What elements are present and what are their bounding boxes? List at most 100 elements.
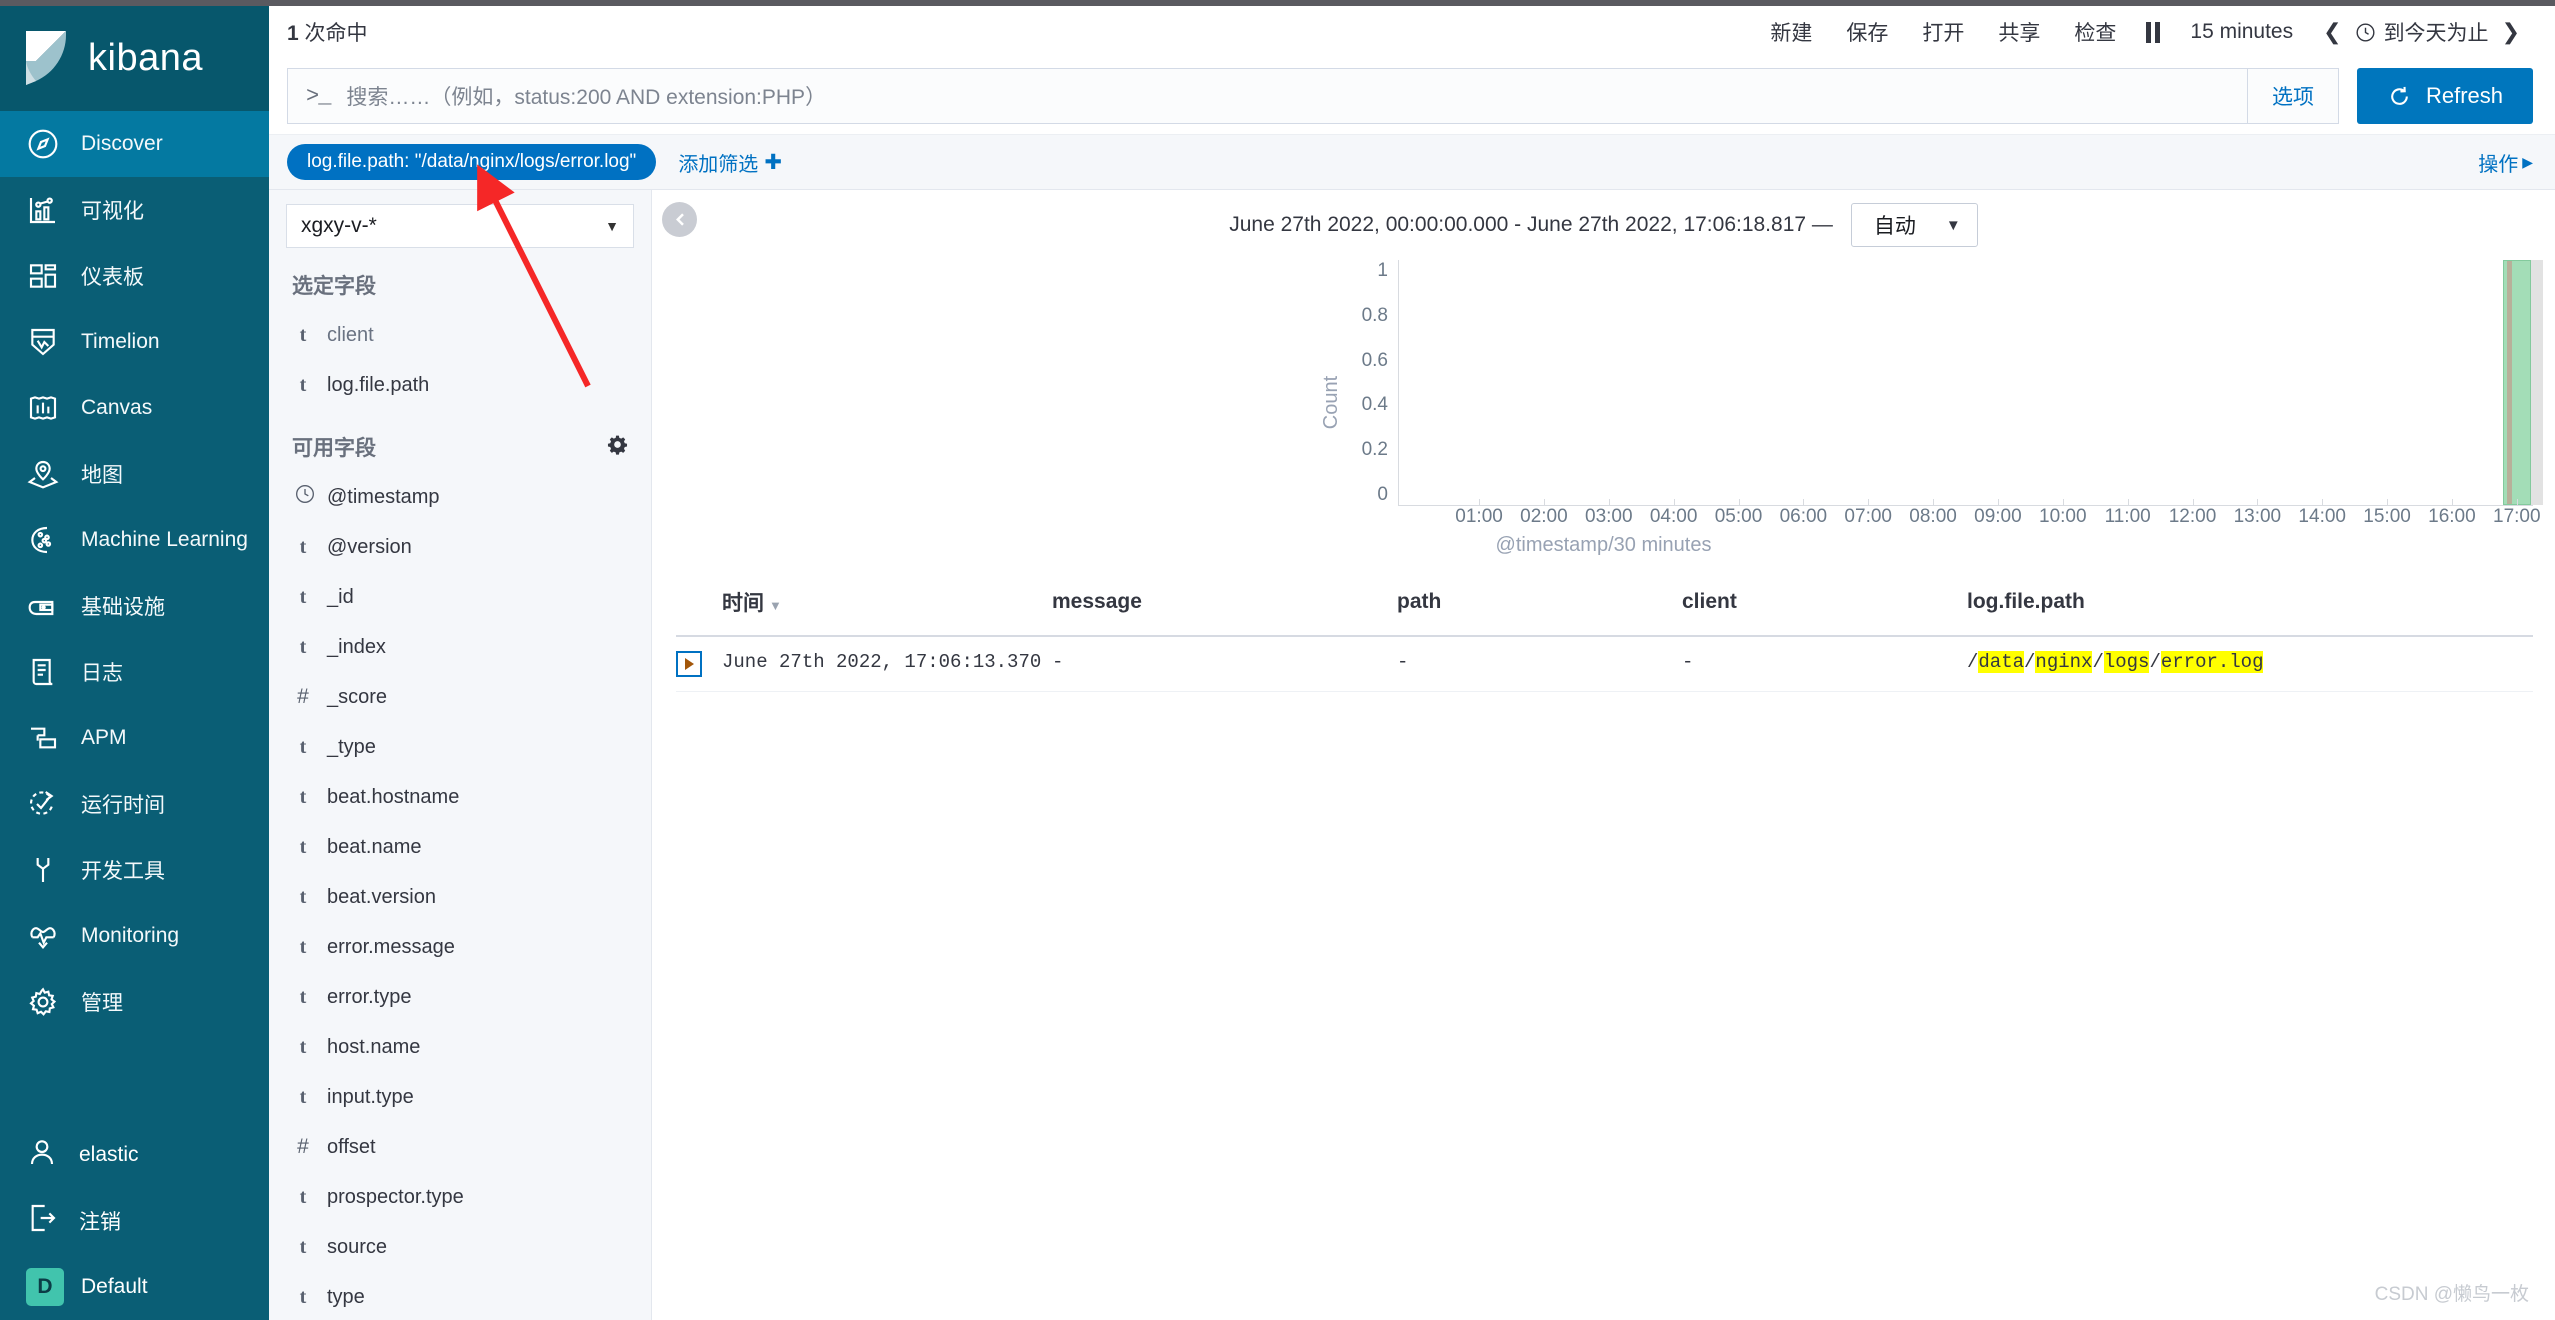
sidebar-item-dashboard[interactable]: 仪表板 xyxy=(0,243,269,309)
sidebar-item-uptime[interactable]: 运行时间 xyxy=(0,771,269,837)
column-header-time[interactable]: 时间 ▼ xyxy=(722,579,1052,637)
field-item-prospector-type[interactable]: t prospector.type xyxy=(286,1172,634,1222)
chevron-down-icon: ▼ xyxy=(605,218,619,234)
field-settings-gear-icon[interactable] xyxy=(607,434,628,461)
field-name: host.name xyxy=(327,1035,421,1058)
sidebar-item-label: Discover xyxy=(81,132,163,155)
x-tick-mark xyxy=(1543,499,1545,506)
space-label: Default xyxy=(81,1275,148,1298)
field-item-error-message[interactable]: t error.message xyxy=(286,922,634,972)
sidebar-item-monitoring[interactable]: Monitoring xyxy=(0,903,269,969)
search-placeholder: 搜索……（例如，status:200 AND extension:PHP） xyxy=(346,86,827,109)
available-fields-label: 可用字段 xyxy=(292,437,376,460)
x-tick-mark xyxy=(1673,499,1675,506)
sidebar-item-logout[interactable]: 注销 xyxy=(0,1188,269,1254)
column-header-client[interactable]: client xyxy=(1682,579,1967,637)
sidebar-item-machine-learning[interactable]: Machine Learning xyxy=(0,507,269,573)
sidebar-item-logs[interactable]: 日志 xyxy=(0,639,269,705)
share-button[interactable]: 共享 xyxy=(1981,17,2057,47)
sidebar-item-label: 运行时间 xyxy=(81,794,165,817)
add-filter-button[interactable]: 添加筛选 ✚ xyxy=(678,148,782,177)
canvas-icon xyxy=(26,391,60,425)
field-name: _id xyxy=(327,585,354,608)
field-item-offset[interactable]: # offset xyxy=(286,1122,634,1172)
field-item-client[interactable]: t client xyxy=(286,310,634,360)
chart-bar[interactable] xyxy=(2502,260,2532,505)
collapse-sidebar-button[interactable] xyxy=(662,202,697,237)
index-pattern-value: xgxy-v-* xyxy=(301,214,377,237)
field-item-version[interactable]: t @version xyxy=(286,522,634,572)
path-separator: / xyxy=(2092,651,2104,673)
sidebar-item-canvas[interactable]: Canvas xyxy=(0,375,269,441)
field-item-source[interactable]: t source xyxy=(286,1222,634,1272)
index-pattern-select[interactable]: xgxy-v-* ▼ xyxy=(286,204,634,248)
actions-menu-button[interactable]: 操作 ▶ xyxy=(2478,148,2533,177)
x-tick-mark xyxy=(2516,499,2518,506)
chevron-right-icon[interactable]: ❯ xyxy=(2489,19,2533,45)
field-item-host-name[interactable]: t host.name xyxy=(286,1022,634,1072)
refresh-interval-label[interactable]: 15 minutes xyxy=(2173,20,2310,44)
column-header-message[interactable]: message xyxy=(1052,579,1397,637)
y-tick: 0.2 xyxy=(1361,439,1388,461)
field-item-log-file-path[interactable]: t log.file.path xyxy=(286,360,634,410)
sidebar-item-user[interactable]: elastic xyxy=(0,1122,269,1188)
field-item-beat-version[interactable]: t beat.version xyxy=(286,872,634,922)
field-item-type[interactable]: t type xyxy=(286,1272,634,1320)
field-item-id[interactable]: t _id xyxy=(286,572,634,622)
filter-pill-log-file-path[interactable]: log.file.path: "/data/nginx/logs/error.l… xyxy=(287,144,657,180)
sidebar-item-infrastructure[interactable]: 基础设施 xyxy=(0,573,269,639)
chevron-down-icon: ▼ xyxy=(1945,216,1961,234)
field-item-type-meta[interactable]: t _type xyxy=(286,722,634,772)
x-tick-label: 08:00 xyxy=(1909,506,1957,527)
sidebar-item-apm[interactable]: APM xyxy=(0,705,269,771)
chevron-left-icon[interactable]: ❮ xyxy=(2310,19,2354,45)
refresh-icon xyxy=(2391,86,2408,105)
field-item-beat-name[interactable]: t beat.name xyxy=(286,822,634,872)
string-type-icon: t xyxy=(299,535,307,558)
field-item-input-type[interactable]: t input.type xyxy=(286,1072,634,1122)
refresh-button[interactable]: Refresh xyxy=(2356,68,2533,124)
field-item-timestamp[interactable]: @timestamp xyxy=(286,472,634,522)
x-tick-mark xyxy=(2257,499,2259,506)
chart-plot-area[interactable]: 01:00 02:00 03:00 04:00 05:00 06:00 07:00 08:00… xyxy=(1398,252,2544,552)
time-quick-select[interactable]: 到今天为止 xyxy=(2355,17,2489,47)
sidebar-item-label: 日志 xyxy=(81,662,123,685)
sidebar-item-label: 地图 xyxy=(81,464,123,487)
sidebar-item-visualize[interactable]: 可视化 xyxy=(0,177,269,243)
column-header-path[interactable]: path xyxy=(1397,579,1682,637)
documents-table-wrapper: 时间 ▼ message path client log.file.path J… xyxy=(652,557,2555,1320)
sidebar-item-space[interactable]: D Default xyxy=(0,1254,269,1320)
field-item-beat-hostname[interactable]: t beat.hostname xyxy=(286,772,634,822)
field-item-index[interactable]: t _index xyxy=(286,622,634,672)
search-input[interactable]: >_ 搜索……（例如，status:200 AND extension:PHP） xyxy=(287,68,2248,124)
sidebar-item-dev-tools[interactable]: 开发工具 xyxy=(0,837,269,903)
sidebar-item-maps[interactable]: 地图 xyxy=(0,441,269,507)
number-type-icon: # xyxy=(297,685,309,708)
interval-select[interactable]: 自动 ▼ xyxy=(1850,203,1978,247)
field-item-score[interactable]: # _score xyxy=(286,672,634,722)
sidebar-item-timelion[interactable]: Timelion xyxy=(0,309,269,375)
sidebar-item-discover[interactable]: Discover xyxy=(0,111,269,177)
query-bar: >_ 搜索……（例如，status:200 AND extension:PHP）… xyxy=(269,58,2555,134)
table-row[interactable]: June 27th 2022, 17:06:13.370 - - - /data… xyxy=(676,636,2533,692)
open-button[interactable]: 打开 xyxy=(1905,17,1981,47)
top-bar: 1 次命中 新建 保存 打开 共享 检查 15 minutes ❮ 到今天为止 … xyxy=(269,6,2555,58)
inspect-button[interactable]: 检查 xyxy=(2057,17,2133,47)
sidebar-item-label: Monitoring xyxy=(81,924,180,947)
visualize-icon xyxy=(26,193,60,227)
x-tick-mark xyxy=(2322,499,2324,506)
sort-desc-icon[interactable]: ▼ xyxy=(769,598,782,613)
column-header-log-file-path[interactable]: log.file.path xyxy=(1967,579,2533,637)
field-item-error-type[interactable]: t error.type xyxy=(286,972,634,1022)
expand-row-button[interactable] xyxy=(676,651,702,677)
sidebar-item-management[interactable]: 管理 xyxy=(0,969,269,1035)
field-name: beat.name xyxy=(327,835,422,858)
highlighted-term: nginx xyxy=(2035,651,2093,673)
new-button[interactable]: 新建 xyxy=(1753,17,1829,47)
selected-fields-title: 选定字段 xyxy=(292,270,634,300)
pause-icon[interactable] xyxy=(2133,21,2173,43)
path-separator: / xyxy=(2024,651,2036,673)
save-button[interactable]: 保存 xyxy=(1829,17,1905,47)
brand-header[interactable]: kibana xyxy=(0,6,269,111)
query-options-button[interactable]: 选项 xyxy=(2247,68,2339,124)
